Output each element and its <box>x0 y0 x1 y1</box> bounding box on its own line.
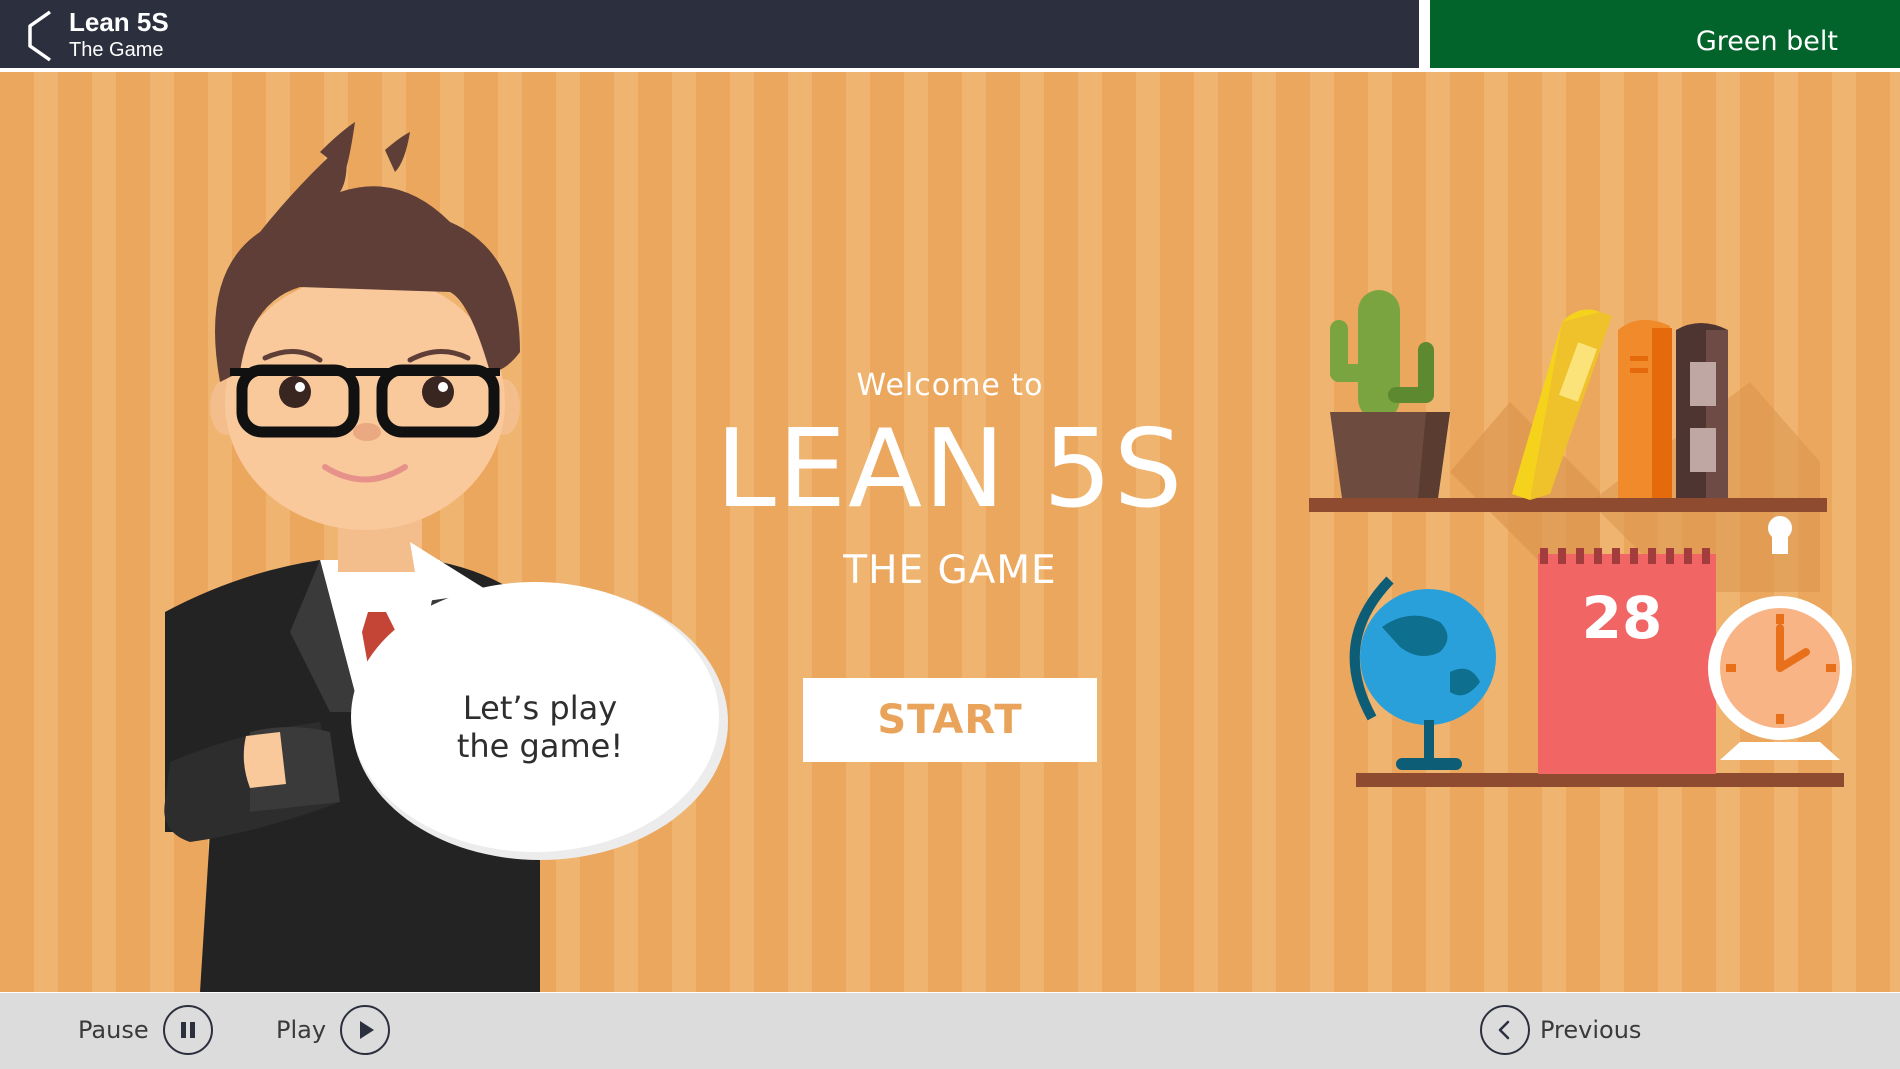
start-button[interactable]: START <box>803 678 1097 762</box>
play-icon[interactable] <box>340 1005 391 1055</box>
play-label: Play <box>276 1016 327 1044</box>
bottom-control-bar: Pause Play Previous <box>0 993 1900 1069</box>
pause-label: Pause <box>78 1016 149 1044</box>
back-button[interactable] <box>26 10 56 62</box>
app-subtitle: The Game <box>69 39 164 61</box>
speech-line-2: the game! <box>456 727 624 765</box>
game-stage: Let’s play the game! Welcome to LEAN 5S … <box>0 72 1900 992</box>
chevron-left-icon <box>28 10 52 62</box>
speech-line-1: Let’s play <box>462 689 618 727</box>
shelves-illustration: 28 <box>1309 290 1852 787</box>
level-badge-label: Green belt <box>1695 26 1838 57</box>
speech-bubble-text: Let’s play the game! <box>410 689 670 765</box>
game-subtitle: THE GAME <box>843 548 1057 593</box>
play-button[interactable]: Play <box>276 1005 391 1055</box>
app-title: Lean 5S <box>69 7 169 37</box>
calendar-day: 28 <box>1582 584 1663 652</box>
welcome-text: Welcome to <box>856 368 1044 403</box>
pause-button[interactable]: Pause <box>78 1005 213 1055</box>
previous-button[interactable]: Previous <box>1480 1005 1641 1055</box>
game-title: LEAN 5S <box>715 407 1185 532</box>
top-bar: Lean 5S The Game <box>0 0 1419 68</box>
previous-label: Previous <box>1540 1016 1642 1044</box>
chevron-left-icon[interactable] <box>1480 1005 1530 1055</box>
pause-icon[interactable] <box>162 1005 213 1055</box>
level-badge: Green belt <box>1430 0 1900 68</box>
